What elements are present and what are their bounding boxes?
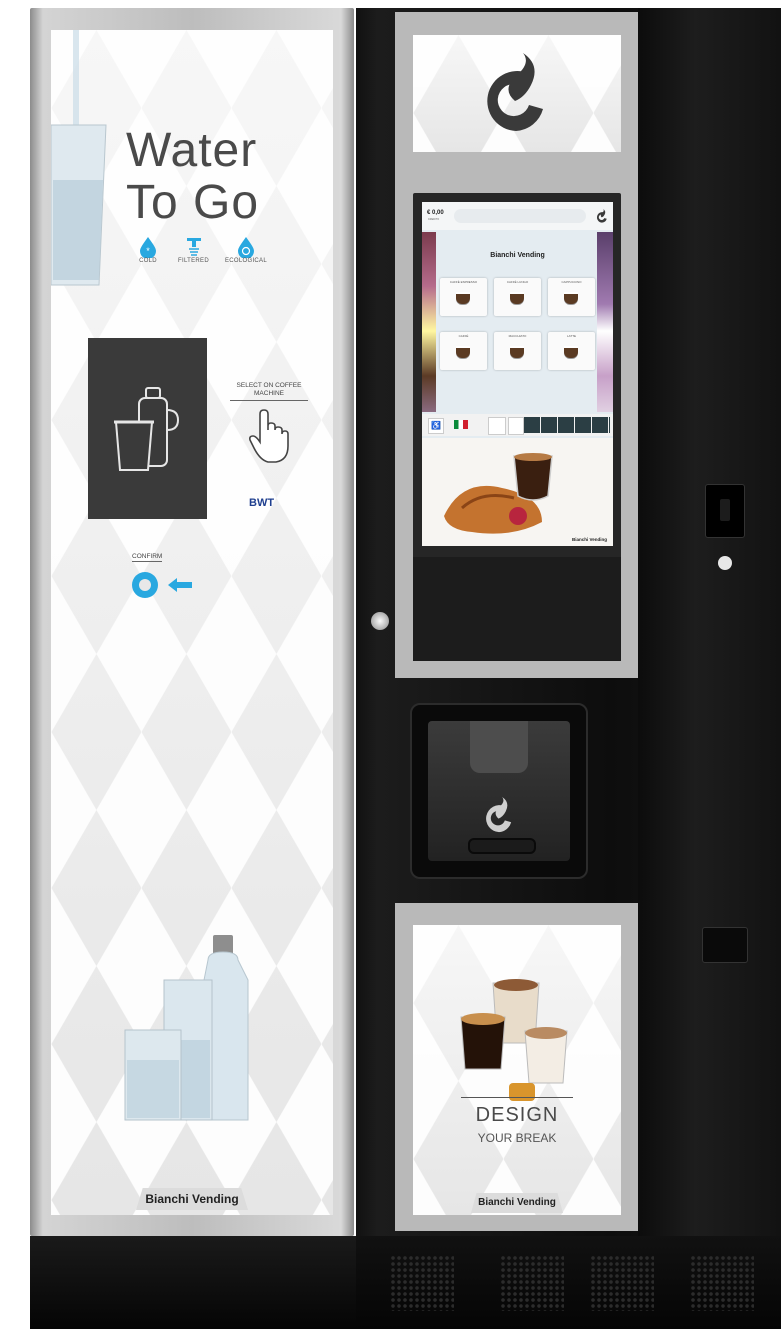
water-machine-base xyxy=(30,1236,356,1329)
coffee-cups-image xyxy=(460,979,568,1101)
water-glass-image xyxy=(51,30,107,286)
feature-label-cold: COLD xyxy=(139,258,157,264)
product-tile[interactable]: CAFFÈ ESPRESSO xyxy=(440,278,487,316)
bwt-logo: BWT xyxy=(249,497,275,509)
panel-divider xyxy=(461,1097,573,1098)
top-logo-panel xyxy=(413,35,621,152)
snowflake-drop-icon: * xyxy=(140,237,156,258)
coffee-cup-icon xyxy=(564,292,578,304)
cup-and-bottle-icon xyxy=(114,387,180,471)
product-tile[interactable]: CAFFÈ xyxy=(440,332,487,370)
drip-tray-grid xyxy=(468,838,536,854)
design-your-break-panel xyxy=(413,925,621,1215)
screen-decoration-left xyxy=(422,232,436,412)
your-break-subline: YOUR BREAK xyxy=(477,1131,557,1145)
dispensing-nozzle xyxy=(470,721,528,773)
confirm-button[interactable] xyxy=(132,572,158,598)
product-tile[interactable]: LATTE xyxy=(548,332,595,370)
door-lock[interactable] xyxy=(371,612,389,630)
bianchi-vending-logo-left: Bianchi Vending xyxy=(136,1188,248,1210)
bottle-dispense-area[interactable] xyxy=(88,338,207,519)
coffee-cup-icon xyxy=(564,346,578,358)
coin-return-button[interactable] xyxy=(718,556,732,570)
touch-screen[interactable]: € 0,00 CREDITO Bianchi Vending CAFFÈ ESP… xyxy=(422,202,613,546)
croissant-and-coffee-image xyxy=(444,453,553,534)
water-title-line2: To Go xyxy=(126,176,260,229)
sugar-icon[interactable] xyxy=(488,417,506,435)
coffee-cup-icon xyxy=(456,292,470,304)
screen-logo-icon[interactable] xyxy=(596,209,608,223)
select-on-coffee-machine-label: SELECT ON COFFEE MACHINE xyxy=(230,382,308,401)
filter-tap-icon xyxy=(186,238,201,256)
selection-code-box xyxy=(508,417,524,435)
language-flag-icon[interactable] xyxy=(454,420,468,429)
screen-controls-row: ♿ xyxy=(422,414,613,436)
ventilation-grille xyxy=(390,1255,454,1311)
coffee-cup-icon xyxy=(456,346,470,358)
screen-decoration-right xyxy=(597,232,613,412)
screen-top-bar: € 0,00 CREDITO xyxy=(422,202,613,230)
arrow-left-icon xyxy=(168,578,192,592)
feature-ecological: ECOLOGICAL xyxy=(224,236,268,276)
recycle-drop-icon xyxy=(238,237,254,258)
feature-cold: * COLD xyxy=(133,236,163,276)
screen-brand-title: Bianchi Vending xyxy=(490,252,545,259)
bianchi-flame-logo-icon xyxy=(487,53,543,131)
ad-brand-label: Bianchi Vending xyxy=(571,537,607,542)
credit-label: CREDITO xyxy=(428,218,440,221)
coin-insert-slot[interactable] xyxy=(705,484,745,538)
change-return-tray[interactable] xyxy=(702,927,748,963)
water-bottles-image xyxy=(124,935,249,1121)
cup-compartment-inner xyxy=(428,721,570,861)
coffee-cup-icon xyxy=(510,346,524,358)
feature-filtered: FILTERED xyxy=(174,236,214,276)
product-tile[interactable]: CAPPUCCINO xyxy=(548,278,595,316)
accessibility-icon[interactable]: ♿ xyxy=(428,418,444,434)
coffee-machine-side-door xyxy=(638,8,781,1236)
svg-text:*: * xyxy=(146,246,150,256)
feature-list: * COLD FILTERED ECOLOGICAL xyxy=(133,236,268,276)
feature-label-filtered: FILTERED xyxy=(178,258,209,264)
product-tile[interactable]: MACCHIATO xyxy=(494,332,541,370)
confirm-button-center xyxy=(139,579,151,591)
promo-ad-area[interactable]: Bianchi Vending xyxy=(422,438,613,546)
compartment-logo-icon xyxy=(486,797,512,833)
keypad-buttons[interactable] xyxy=(524,417,610,433)
coin-slot-opening xyxy=(720,499,730,521)
ventilation-grille xyxy=(590,1255,654,1311)
product-tile[interactable]: CAFFÈ LUNGO xyxy=(494,278,541,316)
ventilation-grille xyxy=(500,1255,564,1311)
bianchi-vending-logo-right: Bianchi Vending xyxy=(471,1193,563,1213)
feature-label-ecological: ECOLOGICAL xyxy=(224,258,267,264)
confirm-label: CONFIRM xyxy=(132,553,163,562)
ventilation-grille xyxy=(690,1255,754,1311)
coffee-cup-icon xyxy=(510,292,524,304)
water-title-line1: Water xyxy=(126,124,258,177)
credit-value: € 0,00 xyxy=(427,210,444,216)
search-bar[interactable] xyxy=(454,209,586,223)
pointing-hand-icon xyxy=(249,409,289,463)
screen-lower-panel xyxy=(413,557,621,661)
design-headline: DESIGN xyxy=(475,1104,559,1126)
